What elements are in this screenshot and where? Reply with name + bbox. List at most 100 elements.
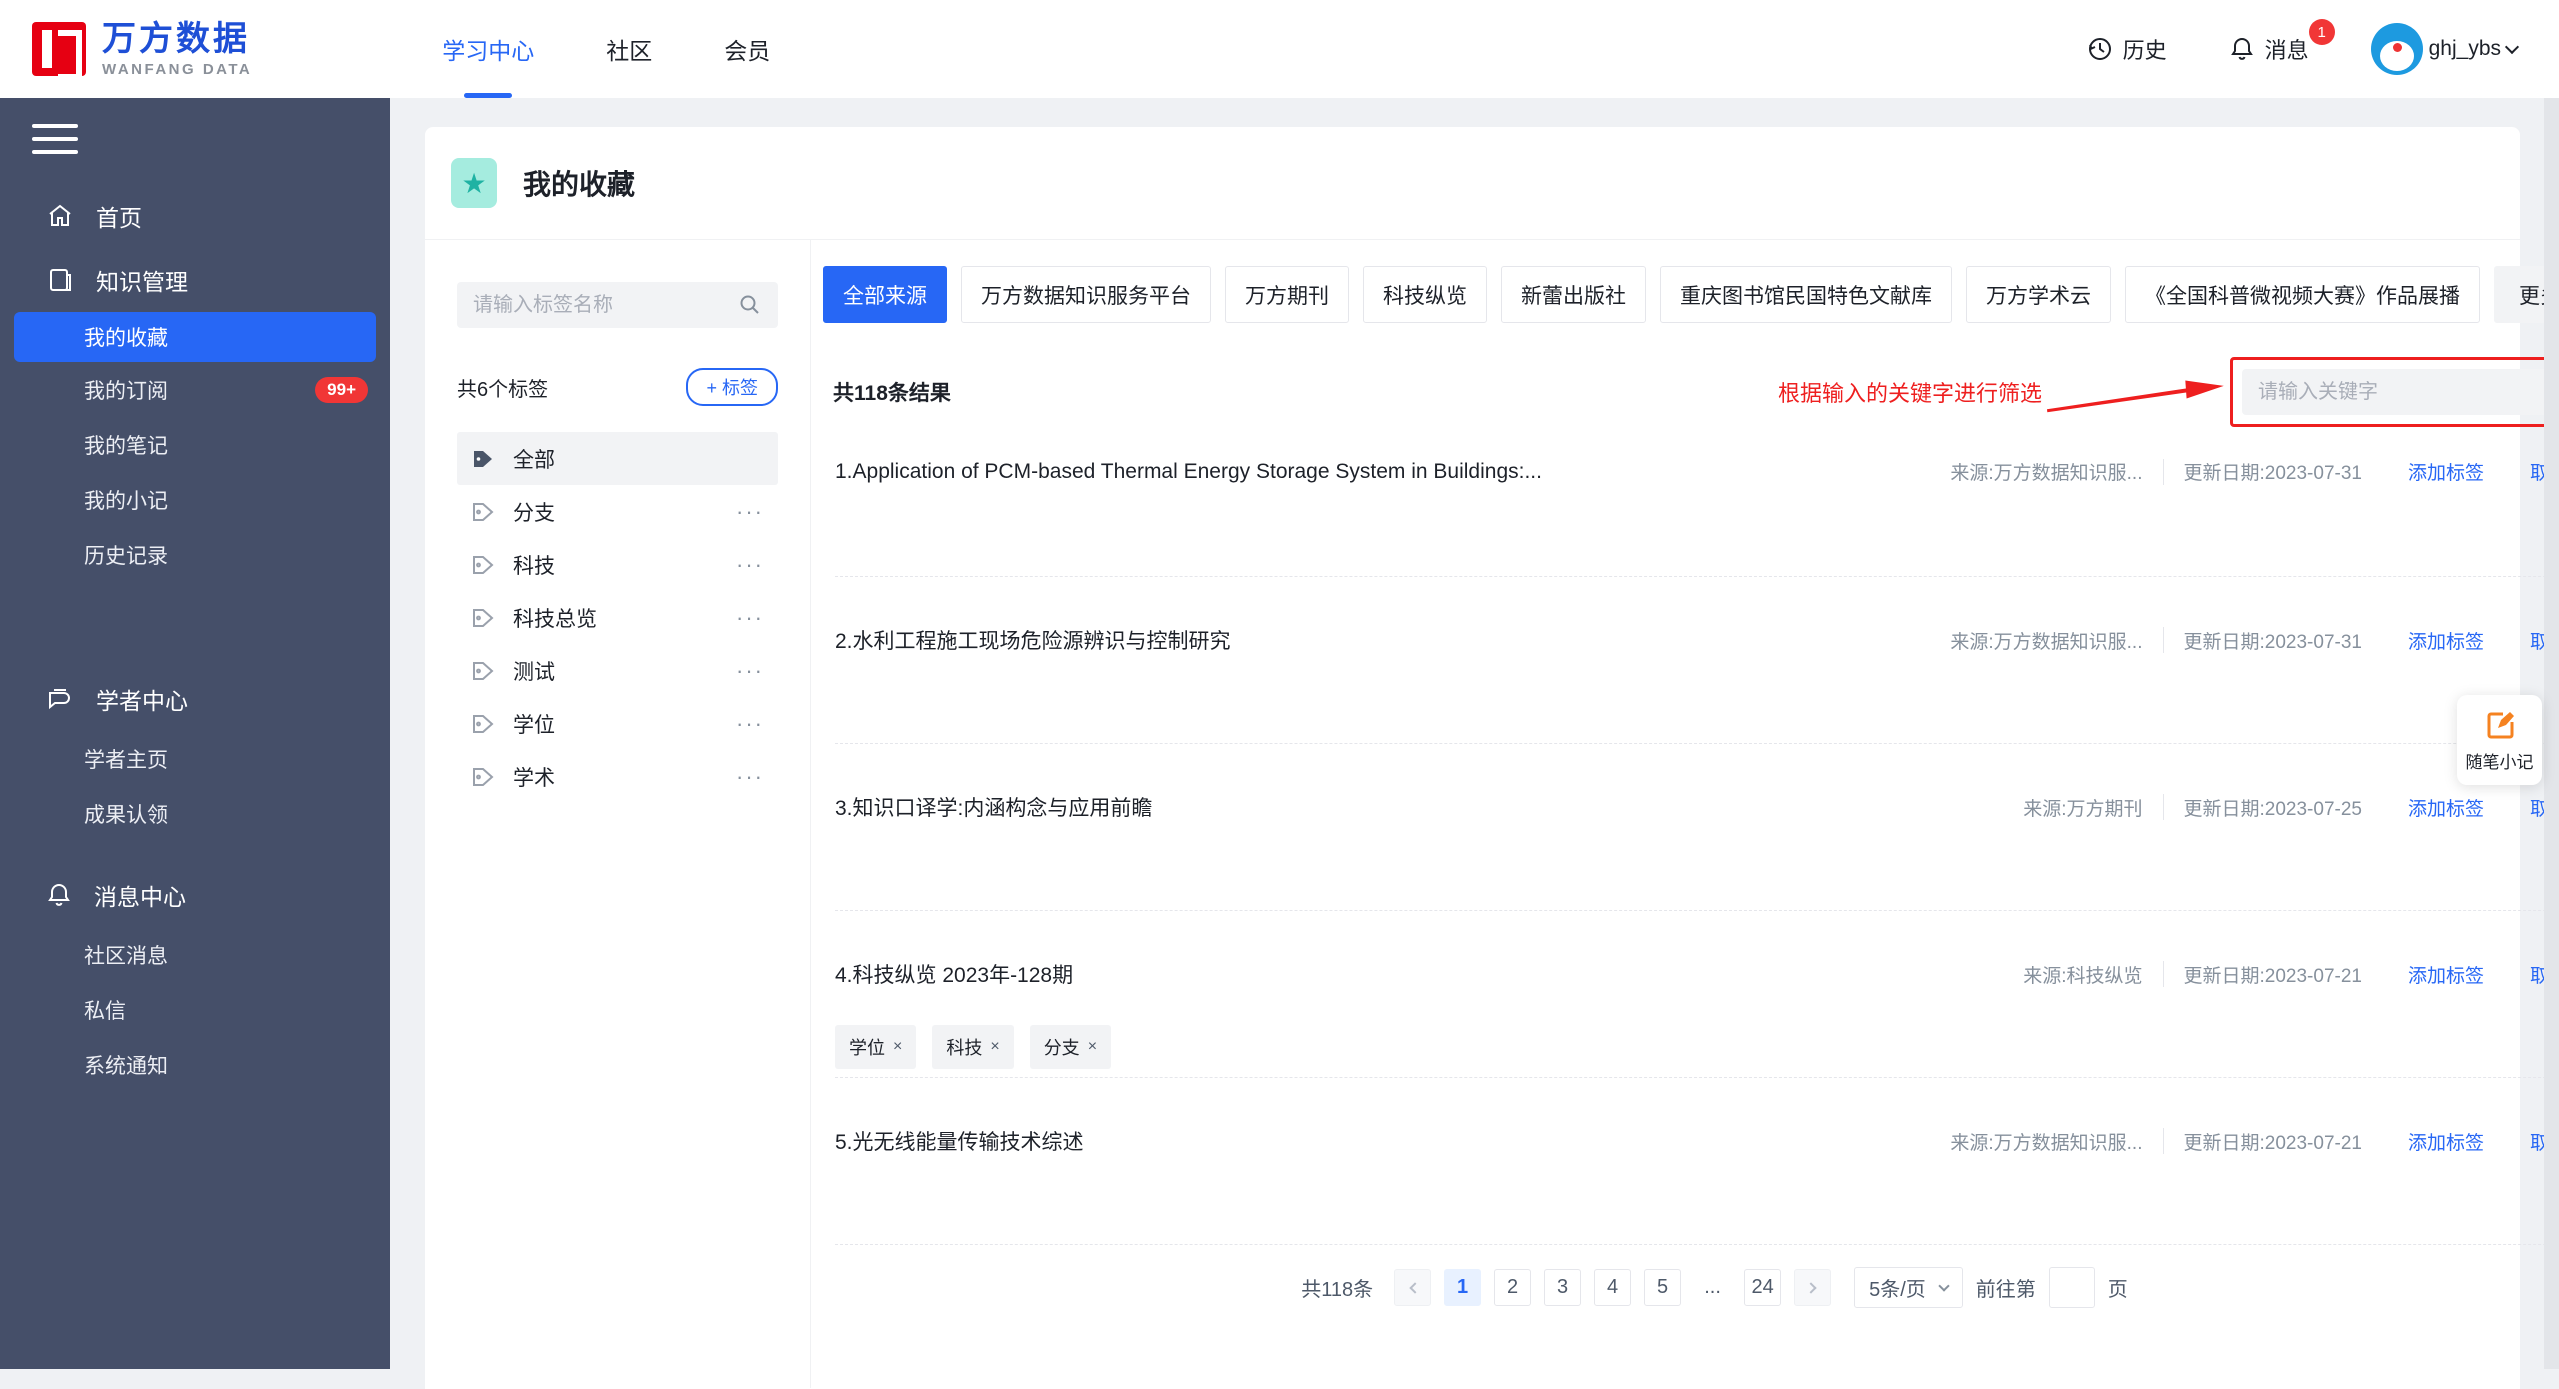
pagination: 共118条 1 2 3 4 5 ... 24 5条/页 前往第 xyxy=(823,1267,2559,1308)
result-title[interactable]: 5.光无线能量传输技术综述 xyxy=(835,1126,1950,1156)
tag-item-academic[interactable]: 学术 ··· xyxy=(457,750,778,803)
tag-more-icon[interactable]: ··· xyxy=(736,552,764,578)
goto-page-input[interactable] xyxy=(2049,1267,2095,1308)
page-button-1[interactable]: 1 xyxy=(1444,1269,1481,1306)
tag-more-icon[interactable]: ··· xyxy=(736,711,764,737)
sidebar-item-my-favorites[interactable]: 我的收藏 xyxy=(14,312,376,362)
avatar[interactable] xyxy=(2371,23,2423,75)
edit-note-icon xyxy=(2484,708,2516,740)
result-title[interactable]: 3.知识口译学:内涵构念与应用前瞻 xyxy=(835,792,2023,822)
add-tag-link[interactable]: 添加标签 xyxy=(2408,1128,2484,1155)
add-tag-button[interactable]: + 标签 xyxy=(686,368,778,406)
tag-icon xyxy=(471,606,495,630)
tag-more-icon[interactable]: ··· xyxy=(736,764,764,790)
quick-note-widget[interactable]: 随笔小记 xyxy=(2457,695,2542,785)
sidebar-item-community-messages[interactable]: 社区消息 xyxy=(0,927,390,982)
result-title[interactable]: 4.科技纵览 2023年-128期 xyxy=(835,959,2023,989)
tag-item-branch[interactable]: 分支 ··· xyxy=(457,485,778,538)
page-button-3[interactable]: 3 xyxy=(1544,1269,1581,1306)
page-ellipsis[interactable]: ... xyxy=(1694,1269,1731,1306)
tag-more-icon[interactable]: ··· xyxy=(736,658,764,684)
page-button-2[interactable]: 2 xyxy=(1494,1269,1531,1306)
result-item: 5.光无线能量传输技术综述 来源:万方数据知识服... 更新日期:2023-07… xyxy=(835,1078,2559,1245)
result-title[interactable]: 2.水利工程施工现场危险源辨识与控制研究 xyxy=(835,625,1950,655)
goto-prefix: 前往第 xyxy=(1976,1273,2036,1302)
result-item: 3.知识口译学:内涵构念与应用前瞻 来源:万方期刊 更新日期:2023-07-2… xyxy=(835,744,2559,911)
item-tag-chip[interactable]: 科技 × xyxy=(932,1025,1013,1069)
result-item: 2.水利工程施工现场危险源辨识与控制研究 来源:万方数据知识服... 更新日期:… xyxy=(835,577,2559,744)
logo-text-en: WANFANG DATA xyxy=(102,62,252,77)
username: ghj_ybs xyxy=(2429,37,2501,61)
hamburger-menu-icon[interactable] xyxy=(32,124,78,154)
page-button-4[interactable]: 4 xyxy=(1594,1269,1631,1306)
remove-tag-icon[interactable]: × xyxy=(893,1038,902,1056)
add-tag-link[interactable]: 添加标签 xyxy=(2408,627,2484,654)
source-tab-video-contest[interactable]: 《全国科普微视频大赛》作品展播 xyxy=(2125,266,2480,323)
history-button[interactable]: 历史 xyxy=(2087,33,2167,65)
add-tag-link[interactable]: 添加标签 xyxy=(2408,458,2484,485)
keyword-search-input[interactable] xyxy=(2258,381,2554,404)
nav-membership[interactable]: 会员 xyxy=(724,0,770,98)
result-title[interactable]: 1.Application of PCM-based Thermal Energ… xyxy=(835,460,1950,484)
sidebar-section-message-center[interactable]: 消息中心 xyxy=(0,863,390,927)
sidebar-item-my-notes[interactable]: 我的笔记 xyxy=(0,417,390,472)
tag-icon xyxy=(471,447,495,471)
page-button-24[interactable]: 24 xyxy=(1744,1269,1781,1306)
tag-item-test[interactable]: 测试 ··· xyxy=(457,644,778,697)
user-menu[interactable]: ghj_ybs xyxy=(2371,23,2517,75)
source-tab-chongqing-library[interactable]: 重庆图书馆民国特色文献库 xyxy=(1660,266,1952,323)
source-tab-wanfang-platform[interactable]: 万方数据知识服务平台 xyxy=(961,266,1211,323)
prev-page-button[interactable] xyxy=(1394,1269,1431,1306)
source-tab-academic-cloud[interactable]: 万方学术云 xyxy=(1966,266,2111,323)
page-button-5[interactable]: 5 xyxy=(1644,1269,1681,1306)
chevron-right-icon xyxy=(1805,1282,1816,1293)
remove-tag-icon[interactable]: × xyxy=(1088,1038,1097,1056)
sidebar-item-private-messages[interactable]: 私信 xyxy=(0,982,390,1037)
source-tab-all[interactable]: 全部来源 xyxy=(823,266,947,323)
tag-search-input[interactable] xyxy=(473,294,738,317)
results-count: 共118条结果 xyxy=(833,377,951,407)
keyword-search-box[interactable] xyxy=(2242,369,2559,415)
search-icon[interactable] xyxy=(738,293,762,317)
vertical-scrollbar[interactable] xyxy=(2544,98,2559,1369)
source-tab-tech-overview[interactable]: 科技纵览 xyxy=(1363,266,1487,323)
item-tag-chip[interactable]: 分支 × xyxy=(1030,1025,1111,1069)
tag-search-box[interactable] xyxy=(457,282,778,328)
sidebar-item-home[interactable]: 首页 xyxy=(0,184,390,248)
tag-item-degree[interactable]: 学位 ··· xyxy=(457,697,778,750)
sidebar-item-system-notifications[interactable]: 系统通知 xyxy=(0,1037,390,1092)
sidebar-section-scholar[interactable]: 学者中心 xyxy=(0,667,390,731)
remove-tag-icon[interactable]: × xyxy=(990,1038,999,1056)
nav-community[interactable]: 社区 xyxy=(606,0,652,98)
sidebar-item-scholar-homepage[interactable]: 学者主页 xyxy=(0,731,390,786)
sidebar-item-my-memos[interactable]: 我的小记 xyxy=(0,472,390,527)
tag-more-icon[interactable]: ··· xyxy=(736,605,764,631)
sidebar-item-claim-achievements[interactable]: 成果认领 xyxy=(0,786,390,841)
result-source: 来源:万方数据知识服... xyxy=(1950,1128,2142,1155)
messages-button[interactable]: 消息 1 xyxy=(2229,33,2309,65)
bell-icon xyxy=(46,882,72,908)
chevron-down-icon[interactable] xyxy=(2505,40,2519,54)
source-tab-wanfang-journal[interactable]: 万方期刊 xyxy=(1225,266,1349,323)
sidebar-item-my-subscriptions[interactable]: 我的订阅 99+ xyxy=(0,362,390,417)
keyword-annotation: 根据输入的关键字进行筛选 xyxy=(1778,357,2559,427)
tag-panel: 共6个标签 + 标签 全部 分支 ··· xyxy=(425,240,811,1388)
add-tag-link[interactable]: 添加标签 xyxy=(2408,794,2484,821)
wanfang-logo[interactable]: 万方数据 WANFANG DATA xyxy=(32,22,252,77)
results-panel: 全部来源 万方数据知识服务平台 万方期刊 科技纵览 新蕾出版社 重庆图书馆民国特… xyxy=(811,240,2559,1388)
item-tag-chip[interactable]: 学位 × xyxy=(835,1025,916,1069)
tag-item-tech[interactable]: 科技 ··· xyxy=(457,538,778,591)
chevron-down-icon xyxy=(1938,1280,1949,1291)
tag-item-all[interactable]: 全部 xyxy=(457,432,778,485)
tag-item-tech-overview[interactable]: 科技总览 ··· xyxy=(457,591,778,644)
sidebar-section-knowledge[interactable]: 知识管理 xyxy=(0,248,390,312)
page-size-select[interactable]: 5条/页 xyxy=(1854,1267,1963,1308)
scholar-icon xyxy=(46,685,74,713)
tag-more-icon[interactable]: ··· xyxy=(736,499,764,525)
next-page-button[interactable] xyxy=(1794,1269,1831,1306)
source-tab-xinlei-press[interactable]: 新蕾出版社 xyxy=(1501,266,1646,323)
wanfang-logo-icon xyxy=(32,22,86,76)
nav-learning-center[interactable]: 学习中心 xyxy=(442,0,534,98)
add-tag-link[interactable]: 添加标签 xyxy=(2408,961,2484,988)
sidebar-item-history-records[interactable]: 历史记录 xyxy=(0,527,390,582)
